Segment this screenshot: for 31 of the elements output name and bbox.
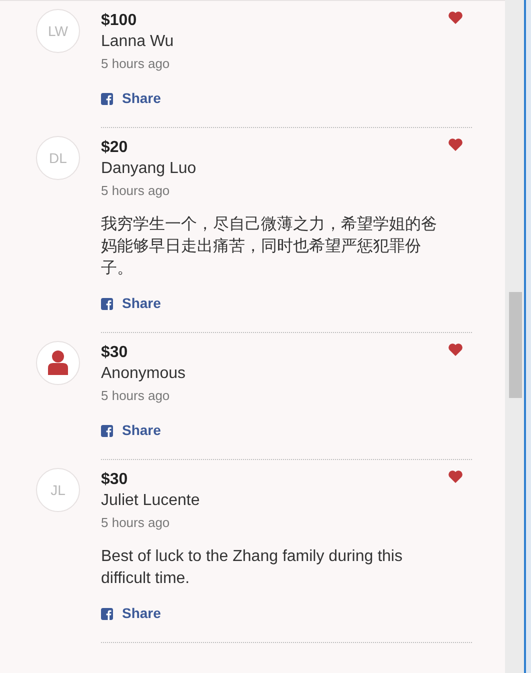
donation-time: 5 hours ago <box>101 182 171 200</box>
donation-message: Best of luck to the Zhang family during this difficult time. <box>101 547 404 589</box>
donation-amount: $100 <box>101 11 137 31</box>
heart-icon[interactable] <box>448 470 463 483</box>
donor-name: Anonymous <box>101 364 186 384</box>
share-button[interactable]: Share <box>101 88 161 109</box>
avatar: DL <box>36 136 80 180</box>
donation-amount: $20 <box>101 138 128 158</box>
donor-name: Danyang Luo <box>101 159 198 179</box>
facebook-icon <box>101 424 113 436</box>
donation-message: 我穷学生一个，尽自己微薄之力，希望学姐的爸妈能够早日走出痛苦，同时也希望严惩犯罪份子。 <box>101 214 438 279</box>
donation-time: 5 hours ago <box>101 514 171 532</box>
person-icon <box>47 350 69 376</box>
donation-time: 5 hours ago <box>101 387 171 405</box>
avatar: LW <box>36 9 80 53</box>
facebook-icon <box>101 298 113 310</box>
facebook-icon <box>101 92 113 104</box>
heart-icon[interactable] <box>448 138 463 151</box>
heart-icon[interactable] <box>448 343 463 356</box>
share-button[interactable]: Share <box>101 293 161 314</box>
share-button[interactable]: Share <box>101 603 161 624</box>
donation-time: 5 hours ago <box>101 55 171 73</box>
donation-amount: $30 <box>101 470 128 490</box>
share-button[interactable]: Share <box>101 420 161 441</box>
heart-icon[interactable] <box>448 11 463 24</box>
facebook-icon <box>101 608 113 620</box>
scrollbar-thumb[interactable] <box>509 292 522 398</box>
donation-amount: $30 <box>101 343 128 363</box>
donor-name: Juliet Lucente <box>101 491 201 511</box>
donor-name: Lanna Wu <box>101 32 175 52</box>
avatar: JL <box>36 468 80 512</box>
